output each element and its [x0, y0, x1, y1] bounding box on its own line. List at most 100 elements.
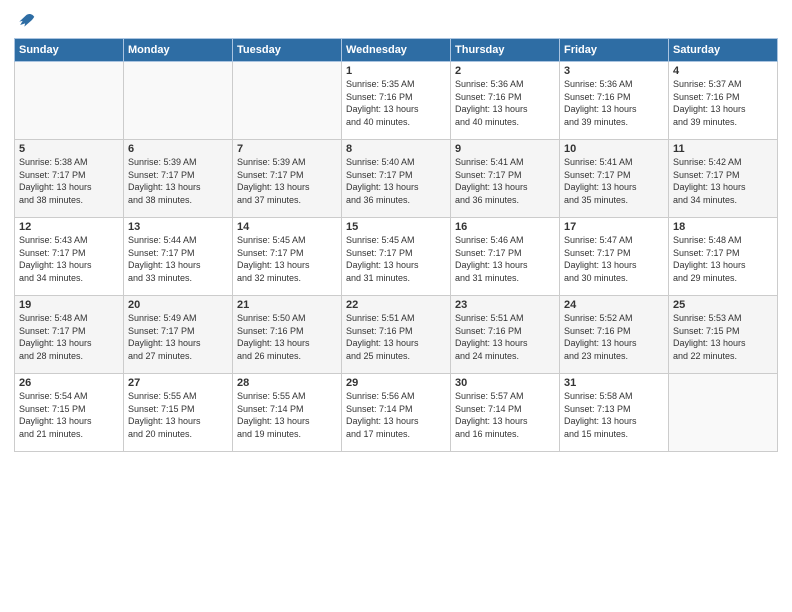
day-info: Sunrise: 5:48 AM Sunset: 7:17 PM Dayligh…: [673, 234, 773, 284]
day-info: Sunrise: 5:38 AM Sunset: 7:17 PM Dayligh…: [19, 156, 119, 206]
calendar-cell: 14Sunrise: 5:45 AM Sunset: 7:17 PM Dayli…: [233, 218, 342, 296]
week-row-4: 19Sunrise: 5:48 AM Sunset: 7:17 PM Dayli…: [15, 296, 778, 374]
day-info: Sunrise: 5:47 AM Sunset: 7:17 PM Dayligh…: [564, 234, 664, 284]
logo-bird-icon: [16, 10, 36, 30]
day-info: Sunrise: 5:42 AM Sunset: 7:17 PM Dayligh…: [673, 156, 773, 206]
day-info: Sunrise: 5:51 AM Sunset: 7:16 PM Dayligh…: [346, 312, 446, 362]
day-info: Sunrise: 5:55 AM Sunset: 7:15 PM Dayligh…: [128, 390, 228, 440]
calendar-cell: 20Sunrise: 5:49 AM Sunset: 7:17 PM Dayli…: [124, 296, 233, 374]
calendar-cell: [233, 62, 342, 140]
day-number: 7: [237, 143, 337, 155]
header: [14, 10, 778, 30]
calendar-cell: [15, 62, 124, 140]
day-number: 11: [673, 143, 773, 155]
logo: [14, 10, 36, 30]
day-number: 31: [564, 377, 664, 389]
calendar-cell: 27Sunrise: 5:55 AM Sunset: 7:15 PM Dayli…: [124, 374, 233, 452]
day-number: 8: [346, 143, 446, 155]
day-number: 21: [237, 299, 337, 311]
day-number: 15: [346, 221, 446, 233]
day-number: 12: [19, 221, 119, 233]
calendar-cell: 24Sunrise: 5:52 AM Sunset: 7:16 PM Dayli…: [560, 296, 669, 374]
day-number: 17: [564, 221, 664, 233]
day-info: Sunrise: 5:44 AM Sunset: 7:17 PM Dayligh…: [128, 234, 228, 284]
calendar-cell: 30Sunrise: 5:57 AM Sunset: 7:14 PM Dayli…: [451, 374, 560, 452]
day-info: Sunrise: 5:36 AM Sunset: 7:16 PM Dayligh…: [455, 78, 555, 128]
day-info: Sunrise: 5:56 AM Sunset: 7:14 PM Dayligh…: [346, 390, 446, 440]
week-row-5: 26Sunrise: 5:54 AM Sunset: 7:15 PM Dayli…: [15, 374, 778, 452]
day-info: Sunrise: 5:54 AM Sunset: 7:15 PM Dayligh…: [19, 390, 119, 440]
calendar-cell: 5Sunrise: 5:38 AM Sunset: 7:17 PM Daylig…: [15, 140, 124, 218]
day-info: Sunrise: 5:40 AM Sunset: 7:17 PM Dayligh…: [346, 156, 446, 206]
day-number: 30: [455, 377, 555, 389]
calendar-body: 1Sunrise: 5:35 AM Sunset: 7:16 PM Daylig…: [15, 62, 778, 452]
header-day-sunday: Sunday: [15, 39, 124, 62]
calendar-cell: 31Sunrise: 5:58 AM Sunset: 7:13 PM Dayli…: [560, 374, 669, 452]
week-row-3: 12Sunrise: 5:43 AM Sunset: 7:17 PM Dayli…: [15, 218, 778, 296]
day-info: Sunrise: 5:52 AM Sunset: 7:16 PM Dayligh…: [564, 312, 664, 362]
calendar-cell: 3Sunrise: 5:36 AM Sunset: 7:16 PM Daylig…: [560, 62, 669, 140]
day-info: Sunrise: 5:51 AM Sunset: 7:16 PM Dayligh…: [455, 312, 555, 362]
day-number: 24: [564, 299, 664, 311]
calendar-cell: [124, 62, 233, 140]
day-number: 4: [673, 65, 773, 77]
day-info: Sunrise: 5:57 AM Sunset: 7:14 PM Dayligh…: [455, 390, 555, 440]
calendar-cell: 2Sunrise: 5:36 AM Sunset: 7:16 PM Daylig…: [451, 62, 560, 140]
day-info: Sunrise: 5:39 AM Sunset: 7:17 PM Dayligh…: [128, 156, 228, 206]
day-number: 14: [237, 221, 337, 233]
day-number: 6: [128, 143, 228, 155]
calendar-cell: 13Sunrise: 5:44 AM Sunset: 7:17 PM Dayli…: [124, 218, 233, 296]
week-row-1: 1Sunrise: 5:35 AM Sunset: 7:16 PM Daylig…: [15, 62, 778, 140]
day-info: Sunrise: 5:50 AM Sunset: 7:16 PM Dayligh…: [237, 312, 337, 362]
calendar-cell: 11Sunrise: 5:42 AM Sunset: 7:17 PM Dayli…: [669, 140, 778, 218]
day-info: Sunrise: 5:37 AM Sunset: 7:16 PM Dayligh…: [673, 78, 773, 128]
header-row: SundayMondayTuesdayWednesdayThursdayFrid…: [15, 39, 778, 62]
day-number: 23: [455, 299, 555, 311]
day-number: 22: [346, 299, 446, 311]
day-number: 9: [455, 143, 555, 155]
day-info: Sunrise: 5:41 AM Sunset: 7:17 PM Dayligh…: [455, 156, 555, 206]
day-info: Sunrise: 5:48 AM Sunset: 7:17 PM Dayligh…: [19, 312, 119, 362]
page-container: SundayMondayTuesdayWednesdayThursdayFrid…: [0, 0, 792, 462]
day-number: 13: [128, 221, 228, 233]
day-info: Sunrise: 5:49 AM Sunset: 7:17 PM Dayligh…: [128, 312, 228, 362]
header-day-saturday: Saturday: [669, 39, 778, 62]
header-day-tuesday: Tuesday: [233, 39, 342, 62]
day-info: Sunrise: 5:58 AM Sunset: 7:13 PM Dayligh…: [564, 390, 664, 440]
day-number: 1: [346, 65, 446, 77]
day-info: Sunrise: 5:43 AM Sunset: 7:17 PM Dayligh…: [19, 234, 119, 284]
calendar-cell: 18Sunrise: 5:48 AM Sunset: 7:17 PM Dayli…: [669, 218, 778, 296]
calendar-cell: 10Sunrise: 5:41 AM Sunset: 7:17 PM Dayli…: [560, 140, 669, 218]
day-number: 25: [673, 299, 773, 311]
day-info: Sunrise: 5:46 AM Sunset: 7:17 PM Dayligh…: [455, 234, 555, 284]
day-info: Sunrise: 5:35 AM Sunset: 7:16 PM Dayligh…: [346, 78, 446, 128]
calendar-header: SundayMondayTuesdayWednesdayThursdayFrid…: [15, 39, 778, 62]
day-number: 19: [19, 299, 119, 311]
calendar-cell: 28Sunrise: 5:55 AM Sunset: 7:14 PM Dayli…: [233, 374, 342, 452]
header-day-thursday: Thursday: [451, 39, 560, 62]
calendar-cell: 6Sunrise: 5:39 AM Sunset: 7:17 PM Daylig…: [124, 140, 233, 218]
day-number: 29: [346, 377, 446, 389]
calendar-cell: 19Sunrise: 5:48 AM Sunset: 7:17 PM Dayli…: [15, 296, 124, 374]
day-number: 26: [19, 377, 119, 389]
calendar-cell: 26Sunrise: 5:54 AM Sunset: 7:15 PM Dayli…: [15, 374, 124, 452]
calendar-cell: 15Sunrise: 5:45 AM Sunset: 7:17 PM Dayli…: [342, 218, 451, 296]
day-info: Sunrise: 5:45 AM Sunset: 7:17 PM Dayligh…: [237, 234, 337, 284]
day-number: 28: [237, 377, 337, 389]
calendar-cell: 8Sunrise: 5:40 AM Sunset: 7:17 PM Daylig…: [342, 140, 451, 218]
calendar-cell: 4Sunrise: 5:37 AM Sunset: 7:16 PM Daylig…: [669, 62, 778, 140]
calendar-cell: [669, 374, 778, 452]
day-number: 20: [128, 299, 228, 311]
calendar-cell: 23Sunrise: 5:51 AM Sunset: 7:16 PM Dayli…: [451, 296, 560, 374]
day-info: Sunrise: 5:36 AM Sunset: 7:16 PM Dayligh…: [564, 78, 664, 128]
calendar-cell: 22Sunrise: 5:51 AM Sunset: 7:16 PM Dayli…: [342, 296, 451, 374]
day-number: 3: [564, 65, 664, 77]
calendar-cell: 25Sunrise: 5:53 AM Sunset: 7:15 PM Dayli…: [669, 296, 778, 374]
day-info: Sunrise: 5:55 AM Sunset: 7:14 PM Dayligh…: [237, 390, 337, 440]
calendar-cell: 29Sunrise: 5:56 AM Sunset: 7:14 PM Dayli…: [342, 374, 451, 452]
calendar-cell: 21Sunrise: 5:50 AM Sunset: 7:16 PM Dayli…: [233, 296, 342, 374]
day-number: 5: [19, 143, 119, 155]
day-number: 16: [455, 221, 555, 233]
header-day-monday: Monday: [124, 39, 233, 62]
day-info: Sunrise: 5:53 AM Sunset: 7:15 PM Dayligh…: [673, 312, 773, 362]
